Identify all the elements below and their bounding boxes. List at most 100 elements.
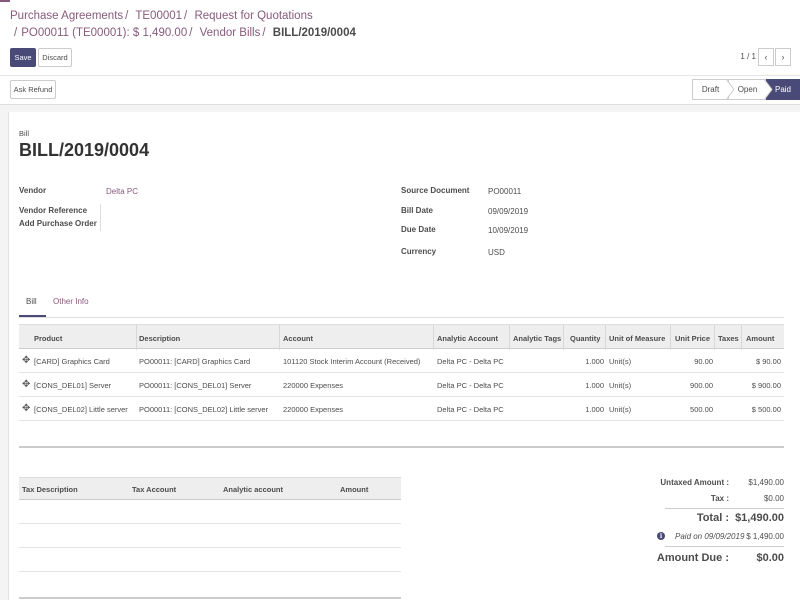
payment-date: Paid on 09/09/2019	[675, 532, 745, 541]
source-document-value: PO00011	[488, 187, 522, 196]
control-panel: Purchase Agreements / TE00001/ Request fo…	[0, 0, 800, 104]
line-uom[interactable]: Unit(s)	[609, 405, 631, 414]
line-product[interactable]: [CARD] Graphics Card	[34, 357, 110, 366]
currency-label: Currency	[401, 247, 437, 256]
untaxed-amount-value: $1,490.00	[748, 478, 784, 487]
line-uom[interactable]: Unit(s)	[609, 381, 631, 390]
breadcrumb-purchase-agreements[interactable]: Purchase Agreements	[10, 10, 123, 22]
breadcrumb-current: BILL/2019/0004	[272, 27, 356, 39]
status-paid-label: Paid	[774, 85, 791, 94]
pager-value[interactable]: 1 / 1	[740, 52, 756, 61]
line-account[interactable]: 220000 Expenses	[283, 405, 343, 414]
status-draft: Draft	[692, 79, 728, 100]
column-divider	[279, 325, 280, 350]
brand-corner	[0, 0, 10, 2]
tax-label: Tax :	[710, 494, 729, 503]
amount-due-label: Amount Due :	[656, 552, 729, 564]
discard-button[interactable]: Discard	[38, 48, 72, 67]
breadcrumb-vendor-bills[interactable]: Vendor Bills	[200, 27, 261, 39]
column-amount[interactable]: Amount	[746, 334, 774, 343]
amount-due-value: $0.00	[756, 552, 784, 564]
line-account[interactable]: 101120 Stock Interim Account (Received)	[283, 357, 420, 366]
line-uom[interactable]: Unit(s)	[609, 357, 631, 366]
totals-divider	[665, 508, 784, 509]
line-quantity[interactable]: 1.000	[570, 405, 604, 414]
column-taxes[interactable]: Taxes	[718, 334, 739, 343]
column-analytic-account[interactable]: Analytic account	[223, 485, 283, 494]
column-divider	[509, 325, 510, 350]
drag-handle-icon[interactable]: ✥	[22, 403, 30, 414]
table-row[interactable]: ✥ [CARD] Graphics Card PO00011: [CARD] G…	[19, 349, 784, 373]
pager-next-button[interactable]: ›	[775, 48, 791, 66]
currency-value: USD	[488, 248, 505, 257]
line-unit-price[interactable]: 900.00	[675, 381, 713, 390]
line-account[interactable]: 220000 Expenses	[283, 381, 343, 390]
line-description[interactable]: PO00011: [CARD] Graphics Card	[139, 357, 250, 366]
tax-value: $0.00	[763, 494, 784, 503]
tab-divider	[19, 317, 784, 318]
invoice-lines-header: Product Description Account Analytic Acc…	[19, 324, 784, 350]
divider	[0, 75, 800, 76]
line-description[interactable]: PO00011: [CONS_DEL02] Little server	[139, 405, 268, 414]
line-product[interactable]: [CONS_DEL02] Little server	[34, 405, 128, 414]
breadcrumb-separator: /	[189, 27, 193, 39]
breadcrumb-separator: /	[125, 10, 129, 22]
vendor-reference-label: Vendor Reference	[19, 206, 88, 215]
column-analytic-account[interactable]: Analytic Account	[437, 334, 498, 343]
tab-bill[interactable]: Bill	[26, 297, 37, 306]
breadcrumb-po00011[interactable]: PO00011 (TE00001): $ 1,490.00	[21, 27, 187, 39]
pager-previous-button[interactable]: ‹	[758, 48, 774, 66]
info-icon[interactable]: i	[657, 532, 665, 540]
breadcrumb-separator: /	[184, 10, 188, 22]
drag-handle-icon[interactable]: ✥	[22, 379, 30, 390]
column-quantity[interactable]: Quantity	[570, 334, 600, 343]
line-description[interactable]: PO00011: [CONS_DEL01] Server	[139, 381, 251, 390]
line-analytic-account[interactable]: Delta PC - Delta PC	[437, 405, 504, 414]
bill-date-value: 09/09/2019	[488, 207, 529, 216]
column-unit-of-measure[interactable]: Unit of Measure	[609, 334, 665, 343]
table-row[interactable]: ✥ [CONS_DEL01] Server PO00011: [CONS_DEL…	[19, 373, 784, 397]
line-unit-price[interactable]: 90.00	[675, 357, 713, 366]
save-button[interactable]: Save	[10, 48, 36, 67]
line-unit-price[interactable]: 500.00	[675, 405, 713, 414]
vendor-field[interactable]: Delta PC	[106, 187, 138, 196]
line-quantity[interactable]: 1.000	[570, 357, 604, 366]
status-arrow-icon	[726, 79, 735, 100]
column-divider	[433, 325, 434, 350]
breadcrumb-rfq[interactable]: Request for Quotations	[194, 10, 312, 22]
table-row	[19, 524, 401, 548]
column-tax-description[interactable]: Tax Description	[22, 485, 78, 494]
status-draft-label: Draft	[701, 85, 720, 94]
field-divider	[100, 204, 101, 231]
breadcrumb-separator: /	[262, 27, 266, 39]
vendor-label: Vendor	[19, 186, 47, 195]
line-amount: $ 900.00	[751, 381, 781, 390]
due-date-label: Due Date	[401, 225, 436, 234]
tab-other-info[interactable]: Other Info	[53, 297, 89, 306]
breadcrumb: Purchase Agreements / TE00001/ Request fo…	[10, 10, 313, 22]
add-purchase-order-label: Add Purchase Order	[19, 219, 97, 228]
breadcrumb-te00001[interactable]: TE00001	[135, 10, 182, 22]
due-date-value: 10/09/2019	[488, 226, 529, 235]
line-analytic-account[interactable]: Delta PC - Delta PC	[437, 381, 504, 390]
line-amount: $ 90.00	[755, 357, 781, 366]
table-row	[19, 500, 401, 524]
column-divider	[605, 325, 606, 350]
column-unit-price[interactable]: Unit Price	[675, 334, 710, 343]
column-tax-amount[interactable]: Amount	[340, 485, 368, 494]
line-quantity[interactable]: 1.000	[570, 381, 604, 390]
chevron-right-icon: ›	[781, 52, 785, 62]
column-product[interactable]: Product	[34, 334, 62, 343]
table-row[interactable]: ✥ [CONS_DEL02] Little server PO00011: [C…	[19, 397, 784, 421]
line-amount: $ 500.00	[751, 405, 781, 414]
ask-refund-button[interactable]: Ask Refund	[10, 80, 56, 99]
column-analytic-tags[interactable]: Analytic Tags	[513, 334, 561, 343]
status-open-label: Open	[737, 85, 758, 94]
drag-handle-icon[interactable]: ✥	[22, 355, 30, 366]
column-tax-account[interactable]: Tax Account	[132, 485, 176, 494]
document-type-label: Bill	[19, 129, 30, 138]
line-analytic-account[interactable]: Delta PC - Delta PC	[437, 357, 504, 366]
column-description[interactable]: Description	[139, 334, 180, 343]
column-account[interactable]: Account	[283, 334, 313, 343]
line-product[interactable]: [CONS_DEL01] Server	[34, 381, 111, 390]
